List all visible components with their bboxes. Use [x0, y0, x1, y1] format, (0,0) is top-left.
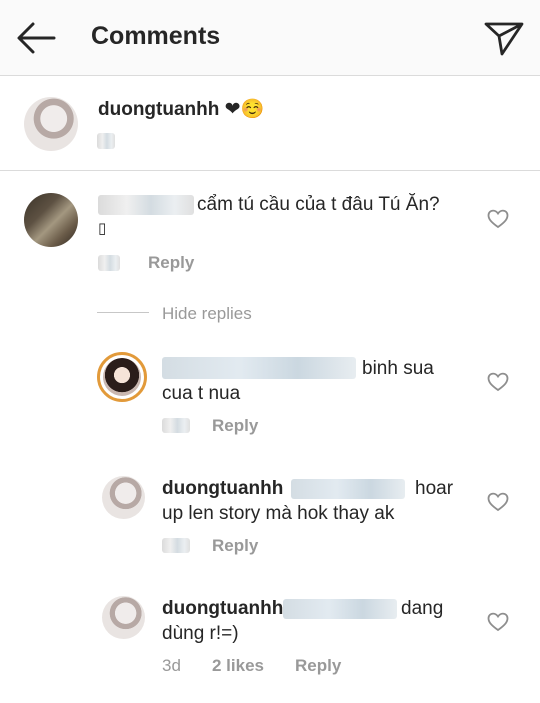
reply-text: hoar — [415, 478, 454, 499]
reply-text: binh sua — [362, 358, 434, 379]
comment-time: 3d — [162, 656, 181, 675]
heart-icon[interactable] — [487, 372, 509, 392]
comment-text: cẩm tú cầu của t đâu Tú Ăn? — [197, 194, 440, 215]
hide-replies-button[interactable]: Hide replies — [162, 304, 252, 324]
redacted-username — [162, 357, 356, 379]
avatar[interactable] — [102, 596, 145, 639]
redacted-time — [98, 255, 120, 271]
heart-icon[interactable] — [487, 209, 509, 229]
replies-divider — [97, 312, 149, 313]
avatar[interactable] — [24, 193, 78, 247]
avatar[interactable] — [102, 476, 145, 519]
redacted-text — [97, 133, 115, 149]
reply-username[interactable]: duongtuanhh — [162, 478, 283, 500]
reply-button[interactable]: Reply — [212, 536, 258, 556]
direct-message-icon[interactable] — [482, 18, 526, 56]
comment-extra-glyph: ▯ — [98, 220, 107, 237]
redacted-username — [98, 195, 194, 215]
reply-text: up len story mà hok thay ak — [162, 503, 395, 524]
reply-text: dang — [401, 598, 444, 619]
reply-text: cua t nua — [162, 383, 241, 404]
caption-emoji: ❤☺️ — [224, 99, 265, 120]
redacted-time — [162, 538, 190, 553]
reply-username[interactable]: duongtuanhh — [162, 598, 283, 620]
page-title: Comments — [91, 22, 221, 50]
heart-icon[interactable] — [487, 612, 509, 632]
top-bar: Comments — [0, 0, 540, 76]
redacted-mention — [283, 599, 397, 619]
heart-icon[interactable] — [487, 492, 509, 512]
avatar[interactable] — [24, 97, 78, 151]
caption-divider — [0, 170, 540, 171]
redacted-time — [162, 418, 190, 433]
redacted-mention — [291, 479, 405, 499]
caption-username[interactable]: duongtuanhh ❤☺️ — [98, 97, 264, 121]
reply-text: dùng r!=) — [162, 623, 239, 644]
reply-button[interactable]: Reply — [148, 253, 194, 273]
likes-count[interactable]: 2 likes — [212, 656, 264, 676]
reply-button[interactable]: Reply — [295, 656, 341, 676]
reply-button[interactable]: Reply — [212, 416, 258, 436]
back-arrow-icon[interactable] — [14, 20, 58, 56]
avatar[interactable] — [97, 352, 147, 402]
